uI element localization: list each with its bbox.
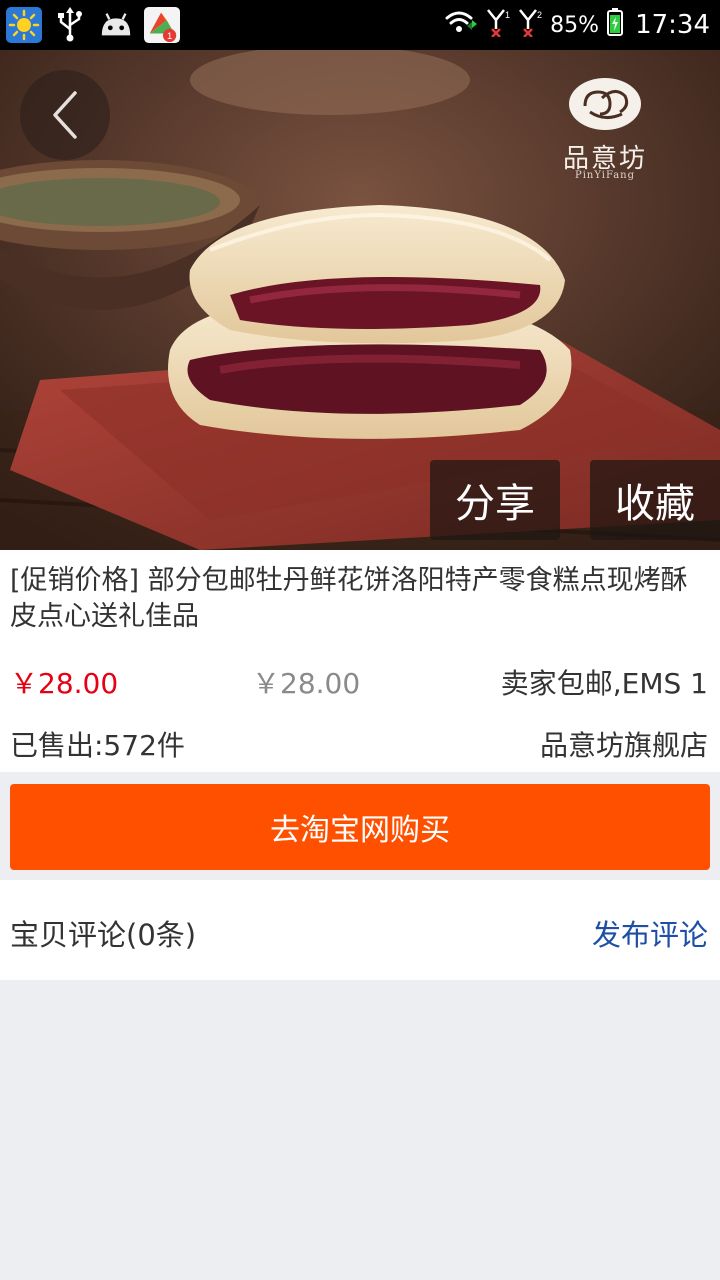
status-bar: 1 1 2 85% 17:34 [0, 0, 720, 50]
app-market-icon: 1 [144, 7, 180, 43]
chevron-left-icon [53, 91, 77, 139]
original-price: ￥28.00 [252, 667, 361, 700]
svg-text:1: 1 [505, 10, 510, 20]
usb-icon [52, 7, 88, 43]
brand-logo: 品意坊 PinYiFang [530, 64, 680, 181]
battery-percent: 85% [550, 12, 600, 38]
battery-icon [607, 8, 624, 42]
notification-badge-count: 1 [167, 31, 172, 42]
meta-row: 已售出:572件 品意坊旗舰店 [0, 724, 720, 764]
price-row: ￥28.00 ￥28.00 卖家包邮,EMS 1 [0, 662, 720, 702]
favorite-button[interactable]: 收藏 [590, 460, 720, 540]
shipping-info: 卖家包邮,EMS 1 [500, 667, 708, 700]
current-price: ￥28.00 [10, 667, 119, 700]
post-comment-link[interactable]: 发布评论 [592, 912, 708, 954]
brand-subtitle: PinYiFang [574, 170, 636, 181]
product-info: [促销价格] 部分包邮牡丹鲜花饼洛阳特产零食糕点现烤酥皮点心送礼佳品 ￥28.0… [0, 550, 720, 772]
clock: 17:34 [635, 10, 710, 40]
shop-name[interactable]: 品意坊旗舰店 [540, 724, 708, 764]
buy-on-taobao-button[interactable]: 去淘宝网购买 [10, 784, 710, 870]
comments-title: 宝贝评论(0条) [10, 918, 197, 952]
product-image: 品意坊 PinYiFang 分享 收藏 [0, 50, 720, 550]
back-button[interactable] [20, 70, 110, 160]
product-title: [促销价格] 部分包邮牡丹鲜花饼洛阳特产零食糕点现烤酥皮点心送礼佳品 [10, 565, 688, 632]
wifi-icon [444, 8, 478, 42]
signal-sim1-icon: 1 [486, 7, 510, 43]
weather-sun-icon [6, 7, 42, 43]
status-notifications: 1 [6, 6, 180, 44]
signal-sim2-icon: 2 [518, 7, 542, 43]
sold-count: 已售出:572件 [10, 729, 185, 762]
screen: 1 1 2 85% 17:34 品意坊 PinYiFang 分享 收藏 [促销价… [0, 0, 720, 1280]
brand-emblem-icon [569, 78, 641, 130]
android-icon [98, 7, 134, 43]
share-button[interactable]: 分享 [430, 460, 560, 540]
svg-text:2: 2 [537, 10, 542, 20]
comments-section: 宝贝评论(0条) 发布评论 [0, 880, 720, 980]
status-system: 1 2 85% 17:34 [444, 0, 710, 50]
